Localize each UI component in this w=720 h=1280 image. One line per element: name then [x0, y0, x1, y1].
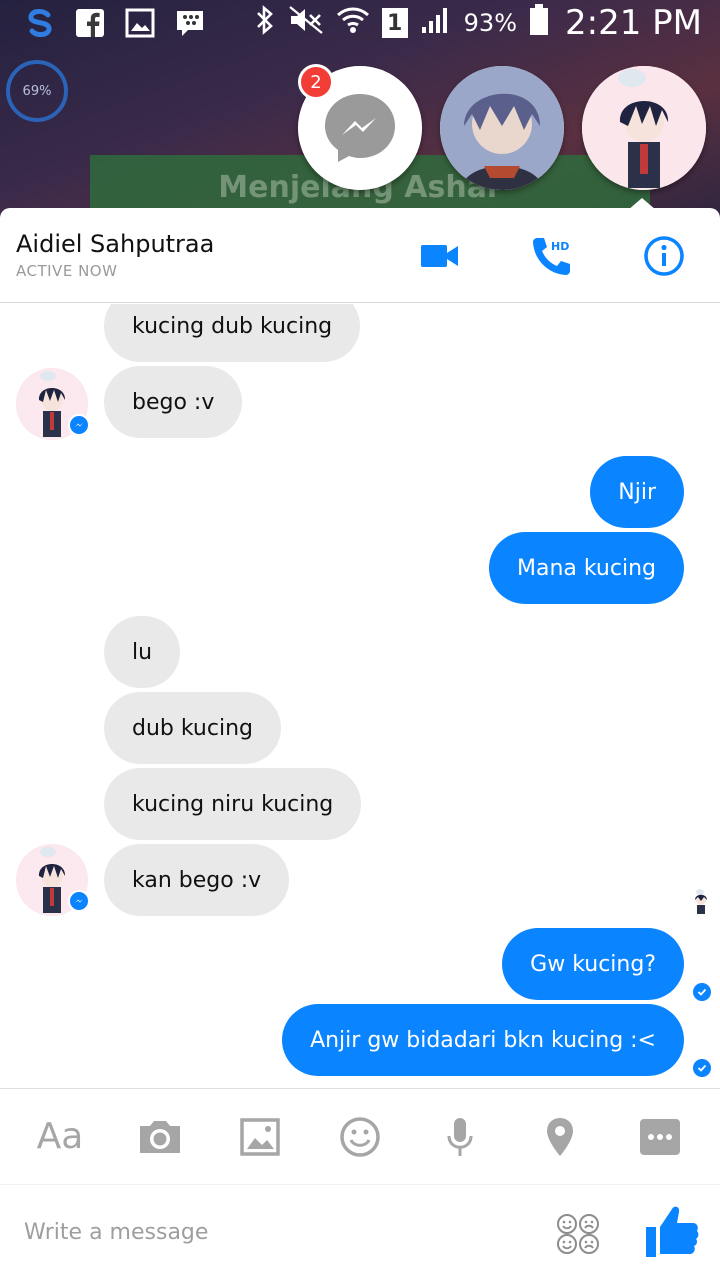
messenger-mini-icon	[68, 414, 90, 436]
emoji-faces-icon	[557, 1214, 599, 1254]
sticker-button[interactable]	[330, 1107, 390, 1167]
message-bubble-incoming[interactable]: kucing niru kucing	[104, 768, 362, 840]
message-bubble-outgoing[interactable]: Mana kucing	[488, 532, 684, 604]
bbm-icon	[174, 7, 206, 39]
message-input-row	[0, 1184, 720, 1280]
thumbs-up-icon	[646, 1206, 699, 1257]
delivered-check-icon	[693, 1059, 711, 1077]
info-button[interactable]	[640, 232, 688, 280]
message-bubble-incoming[interactable]: kan bego :v	[104, 844, 290, 916]
video-call-button[interactable]	[416, 232, 464, 280]
phone-hd-icon: HD	[533, 238, 570, 275]
image-icon	[240, 1117, 280, 1156]
gallery-icon	[124, 7, 156, 39]
camera-button[interactable]	[130, 1107, 190, 1167]
location-button[interactable]	[530, 1107, 590, 1167]
clock: 2:21 PM	[565, 3, 702, 43]
message-bubble-outgoing[interactable]: Anjir gw bidadari bkn kucing :<	[282, 1004, 684, 1076]
status-bar: 1 93% 2:21 PM	[0, 0, 720, 46]
signal-icon	[420, 5, 452, 42]
message-bubble-outgoing[interactable]: Gw kucing?	[502, 928, 684, 1000]
chat-panel: Aidiel Sahputraa ACTIVE NOW HD kucing du…	[0, 208, 720, 1280]
message-bubble-incoming[interactable]: kucing dub kucing	[104, 304, 361, 362]
camera-icon	[140, 1120, 180, 1153]
more-icon	[640, 1118, 680, 1155]
sim-indicator: 1	[381, 8, 408, 38]
contact-avatar[interactable]	[16, 368, 90, 440]
delivered-check-icon	[693, 983, 711, 1001]
text-format-label: Aa	[36, 1116, 84, 1157]
text-format-button[interactable]: Aa	[30, 1107, 90, 1167]
presence-status: ACTIVE NOW	[16, 262, 118, 280]
message-bubble-incoming[interactable]: dub kucing	[104, 692, 281, 764]
hd-label: HD	[551, 240, 569, 253]
contact-chathead-1[interactable]	[440, 66, 564, 190]
smiley-icon	[340, 1116, 380, 1157]
info-icon	[644, 236, 684, 276]
message-input[interactable]	[24, 1220, 504, 1245]
anime-avatar-icon	[440, 66, 564, 190]
emoji-picker-button[interactable]	[556, 1213, 600, 1259]
video-camera-icon	[421, 245, 458, 267]
contact-chathead-2[interactable]	[582, 66, 706, 190]
widget-percent: 69%	[6, 60, 68, 122]
battery-percent: 93%	[463, 9, 517, 37]
message-bubble-incoming[interactable]: bego :v	[104, 366, 243, 438]
location-pin-icon	[547, 1117, 573, 1156]
contact-name[interactable]: Aidiel Sahputraa	[16, 230, 214, 258]
facebook-icon	[74, 7, 106, 39]
anime-avatar-icon	[582, 66, 706, 190]
contact-avatar[interactable]	[16, 844, 90, 916]
gallery-button[interactable]	[230, 1107, 290, 1167]
mute-icon	[288, 5, 324, 42]
bluetooth-icon	[254, 4, 276, 42]
app-s-icon	[24, 7, 56, 39]
seen-avatar-icon	[690, 888, 712, 914]
message-bubble-incoming[interactable]: lu	[104, 616, 181, 688]
like-button[interactable]	[644, 1203, 700, 1265]
messenger-mini-icon	[68, 890, 90, 912]
voice-record-button[interactable]	[430, 1107, 490, 1167]
more-options-button[interactable]	[630, 1107, 690, 1167]
unread-badge: 2	[298, 64, 334, 100]
conversation-header: Aidiel Sahputraa ACTIVE NOW HD	[0, 208, 720, 303]
message-list[interactable]: kucing dub kucing bego :v Njir Mana kuci…	[0, 304, 720, 1088]
voice-call-button[interactable]: HD	[528, 232, 576, 280]
wifi-icon	[336, 5, 370, 42]
composer-toolbar: Aa	[0, 1088, 720, 1184]
battery-icon	[529, 3, 549, 43]
message-bubble-outgoing[interactable]: Njir	[590, 456, 684, 528]
microphone-icon	[447, 1117, 473, 1156]
chathead-pointer	[628, 198, 656, 210]
